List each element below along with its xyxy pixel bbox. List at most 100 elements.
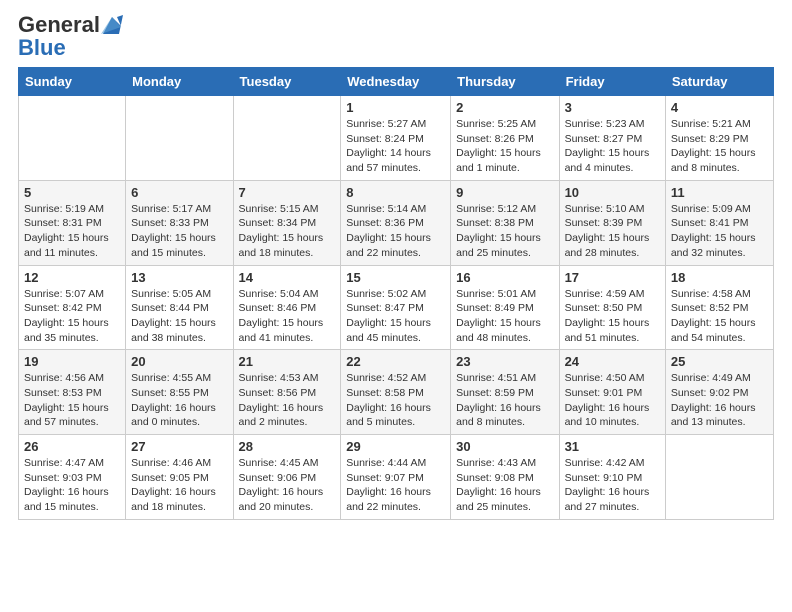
calendar-cell: 12Sunrise: 5:07 AMSunset: 8:42 PMDayligh…: [19, 265, 126, 350]
day-header-friday: Friday: [559, 68, 665, 96]
day-number: 3: [565, 100, 660, 115]
calendar-cell: 9 Sunrise: 5:12 AMSunset: 8:38 PMDaylight…: [451, 180, 559, 265]
cell-text: Sunrise: 5:19 AMSunset: 8:31 PMDaylight:…: [24, 202, 120, 261]
cell-text: Sunrise: 4:58 AMSunset: 8:52 PMDaylight:…: [671, 287, 768, 346]
cell-text: Sunrise: 4:45 AMSunset: 9:06 PMDaylight:…: [239, 456, 336, 515]
calendar-cell: 27 Sunrise: 4:46 AMSunset: 9:05 PMDayligh…: [126, 435, 233, 520]
cell-text: Sunrise: 5:15 AMSunset: 8:34 PMDaylight:…: [239, 202, 336, 261]
day-number: 13: [131, 270, 227, 285]
calendar-cell: 20 Sunrise: 4:55 AMSunset: 8:55 PMDayligh…: [126, 350, 233, 435]
logo: General Blue: [18, 14, 124, 59]
cell-text: Sunrise: 5:23 AMSunset: 8:27 PMDaylight:…: [565, 117, 660, 176]
day-number: 15: [346, 270, 445, 285]
calendar-cell: 8 Sunrise: 5:14 AMSunset: 8:36 PMDaylight…: [341, 180, 451, 265]
calendar-cell: 10Sunrise: 5:10 AMSunset: 8:39 PMDayligh…: [559, 180, 665, 265]
calendar-cell: 1 Sunrise: 5:27 AMSunset: 8:24 PMDaylight…: [341, 96, 451, 181]
calendar-cell: 21 Sunrise: 4:53 AMSunset: 8:56 PMDayligh…: [233, 350, 341, 435]
cell-text: Sunrise: 5:09 AMSunset: 8:41 PMDaylight:…: [671, 202, 768, 261]
day-number: 25: [671, 354, 768, 369]
calendar-cell: [233, 96, 341, 181]
cell-text: Sunrise: 4:42 AMSunset: 9:10 PMDaylight:…: [565, 456, 660, 515]
cell-text: Sunrise: 4:55 AMSunset: 8:55 PMDaylight:…: [131, 371, 227, 430]
week-row-2: 5 Sunrise: 5:19 AMSunset: 8:31 PMDaylight…: [19, 180, 774, 265]
week-row-5: 26Sunrise: 4:47 AMSunset: 9:03 PMDayligh…: [19, 435, 774, 520]
header: General Blue: [0, 0, 792, 67]
day-number: 20: [131, 354, 227, 369]
day-number: 12: [24, 270, 120, 285]
day-header-tuesday: Tuesday: [233, 68, 341, 96]
calendar-cell: 16 Sunrise: 5:01 AMSunset: 8:49 PMDayligh…: [451, 265, 559, 350]
calendar-cell: 13 Sunrise: 5:05 AMSunset: 8:44 PMDayligh…: [126, 265, 233, 350]
calendar-cell: 31 Sunrise: 4:42 AMSunset: 9:10 PMDayligh…: [559, 435, 665, 520]
day-number: 30: [456, 439, 553, 454]
calendar-cell: 28 Sunrise: 4:45 AMSunset: 9:06 PMDayligh…: [233, 435, 341, 520]
day-number: 4: [671, 100, 768, 115]
day-number: 7: [239, 185, 336, 200]
day-number: 29: [346, 439, 445, 454]
cell-text: Sunrise: 4:49 AMSunset: 9:02 PMDaylight:…: [671, 371, 768, 430]
calendar-cell: 18 Sunrise: 4:58 AMSunset: 8:52 PMDayligh…: [665, 265, 773, 350]
cell-text: Sunrise: 5:04 AMSunset: 8:46 PMDaylight:…: [239, 287, 336, 346]
cell-text: Sunrise: 5:01 AMSunset: 8:49 PMDaylight:…: [456, 287, 553, 346]
logo-general-text: General: [18, 14, 100, 36]
calendar-cell: 14 Sunrise: 5:04 AMSunset: 8:46 PMDayligh…: [233, 265, 341, 350]
cell-text: Sunrise: 5:27 AMSunset: 8:24 PMDaylight:…: [346, 117, 445, 176]
day-header-saturday: Saturday: [665, 68, 773, 96]
cell-text: Sunrise: 4:53 AMSunset: 8:56 PMDaylight:…: [239, 371, 336, 430]
calendar-cell: 29Sunrise: 4:44 AMSunset: 9:07 PMDayligh…: [341, 435, 451, 520]
day-number: 23: [456, 354, 553, 369]
calendar-cell: 17 Sunrise: 4:59 AMSunset: 8:50 PMDayligh…: [559, 265, 665, 350]
logo-icon: [101, 15, 123, 35]
cell-text: Sunrise: 4:56 AMSunset: 8:53 PMDaylight:…: [24, 371, 120, 430]
cell-text: Sunrise: 5:02 AMSunset: 8:47 PMDaylight:…: [346, 287, 445, 346]
cell-text: Sunrise: 4:59 AMSunset: 8:50 PMDaylight:…: [565, 287, 660, 346]
cell-text: Sunrise: 5:25 AMSunset: 8:26 PMDaylight:…: [456, 117, 553, 176]
cell-text: Sunrise: 4:47 AMSunset: 9:03 PMDaylight:…: [24, 456, 120, 515]
calendar-cell: 26Sunrise: 4:47 AMSunset: 9:03 PMDayligh…: [19, 435, 126, 520]
day-number: 9: [456, 185, 553, 200]
cell-text: Sunrise: 5:12 AMSunset: 8:38 PMDaylight:…: [456, 202, 553, 261]
day-number: 18: [671, 270, 768, 285]
cell-text: Sunrise: 5:14 AMSunset: 8:36 PMDaylight:…: [346, 202, 445, 261]
day-header-wednesday: Wednesday: [341, 68, 451, 96]
day-number: 8: [346, 185, 445, 200]
calendar-cell: [665, 435, 773, 520]
day-number: 14: [239, 270, 336, 285]
day-number: 28: [239, 439, 336, 454]
cell-text: Sunrise: 4:52 AMSunset: 8:58 PMDaylight:…: [346, 371, 445, 430]
day-number: 16: [456, 270, 553, 285]
logo-blue-text: Blue: [18, 35, 66, 60]
day-number: 31: [565, 439, 660, 454]
calendar-cell: 11 Sunrise: 5:09 AMSunset: 8:41 PMDayligh…: [665, 180, 773, 265]
calendar-cell: 25 Sunrise: 4:49 AMSunset: 9:02 PMDayligh…: [665, 350, 773, 435]
cell-text: Sunrise: 5:17 AMSunset: 8:33 PMDaylight:…: [131, 202, 227, 261]
calendar-cell: 24Sunrise: 4:50 AMSunset: 9:01 PMDayligh…: [559, 350, 665, 435]
calendar-cell: 15 Sunrise: 5:02 AMSunset: 8:47 PMDayligh…: [341, 265, 451, 350]
day-number: 27: [131, 439, 227, 454]
day-number: 5: [24, 185, 120, 200]
day-number: 1: [346, 100, 445, 115]
day-number: 10: [565, 185, 660, 200]
day-number: 17: [565, 270, 660, 285]
cell-text: Sunrise: 5:21 AMSunset: 8:29 PMDaylight:…: [671, 117, 768, 176]
calendar-cell: 30 Sunrise: 4:43 AMSunset: 9:08 PMDayligh…: [451, 435, 559, 520]
calendar-cell: 5 Sunrise: 5:19 AMSunset: 8:31 PMDaylight…: [19, 180, 126, 265]
day-header-thursday: Thursday: [451, 68, 559, 96]
calendar-cell: 23 Sunrise: 4:51 AMSunset: 8:59 PMDayligh…: [451, 350, 559, 435]
day-number: 6: [131, 185, 227, 200]
cell-text: Sunrise: 5:05 AMSunset: 8:44 PMDaylight:…: [131, 287, 227, 346]
cell-text: Sunrise: 4:51 AMSunset: 8:59 PMDaylight:…: [456, 371, 553, 430]
day-number: 21: [239, 354, 336, 369]
cell-text: Sunrise: 4:43 AMSunset: 9:08 PMDaylight:…: [456, 456, 553, 515]
cell-text: Sunrise: 4:50 AMSunset: 9:01 PMDaylight:…: [565, 371, 660, 430]
week-row-4: 19Sunrise: 4:56 AMSunset: 8:53 PMDayligh…: [19, 350, 774, 435]
calendar-cell: 2 Sunrise: 5:25 AMSunset: 8:26 PMDaylight…: [451, 96, 559, 181]
calendar-cell: 6 Sunrise: 5:17 AMSunset: 8:33 PMDaylight…: [126, 180, 233, 265]
calendar-cell: 7 Sunrise: 5:15 AMSunset: 8:34 PMDaylight…: [233, 180, 341, 265]
day-number: 11: [671, 185, 768, 200]
calendar-cell: 22Sunrise: 4:52 AMSunset: 8:58 PMDayligh…: [341, 350, 451, 435]
calendar-cell: 19Sunrise: 4:56 AMSunset: 8:53 PMDayligh…: [19, 350, 126, 435]
day-number: 2: [456, 100, 553, 115]
calendar-cell: 4 Sunrise: 5:21 AMSunset: 8:29 PMDaylight…: [665, 96, 773, 181]
cell-text: Sunrise: 4:46 AMSunset: 9:05 PMDaylight:…: [131, 456, 227, 515]
